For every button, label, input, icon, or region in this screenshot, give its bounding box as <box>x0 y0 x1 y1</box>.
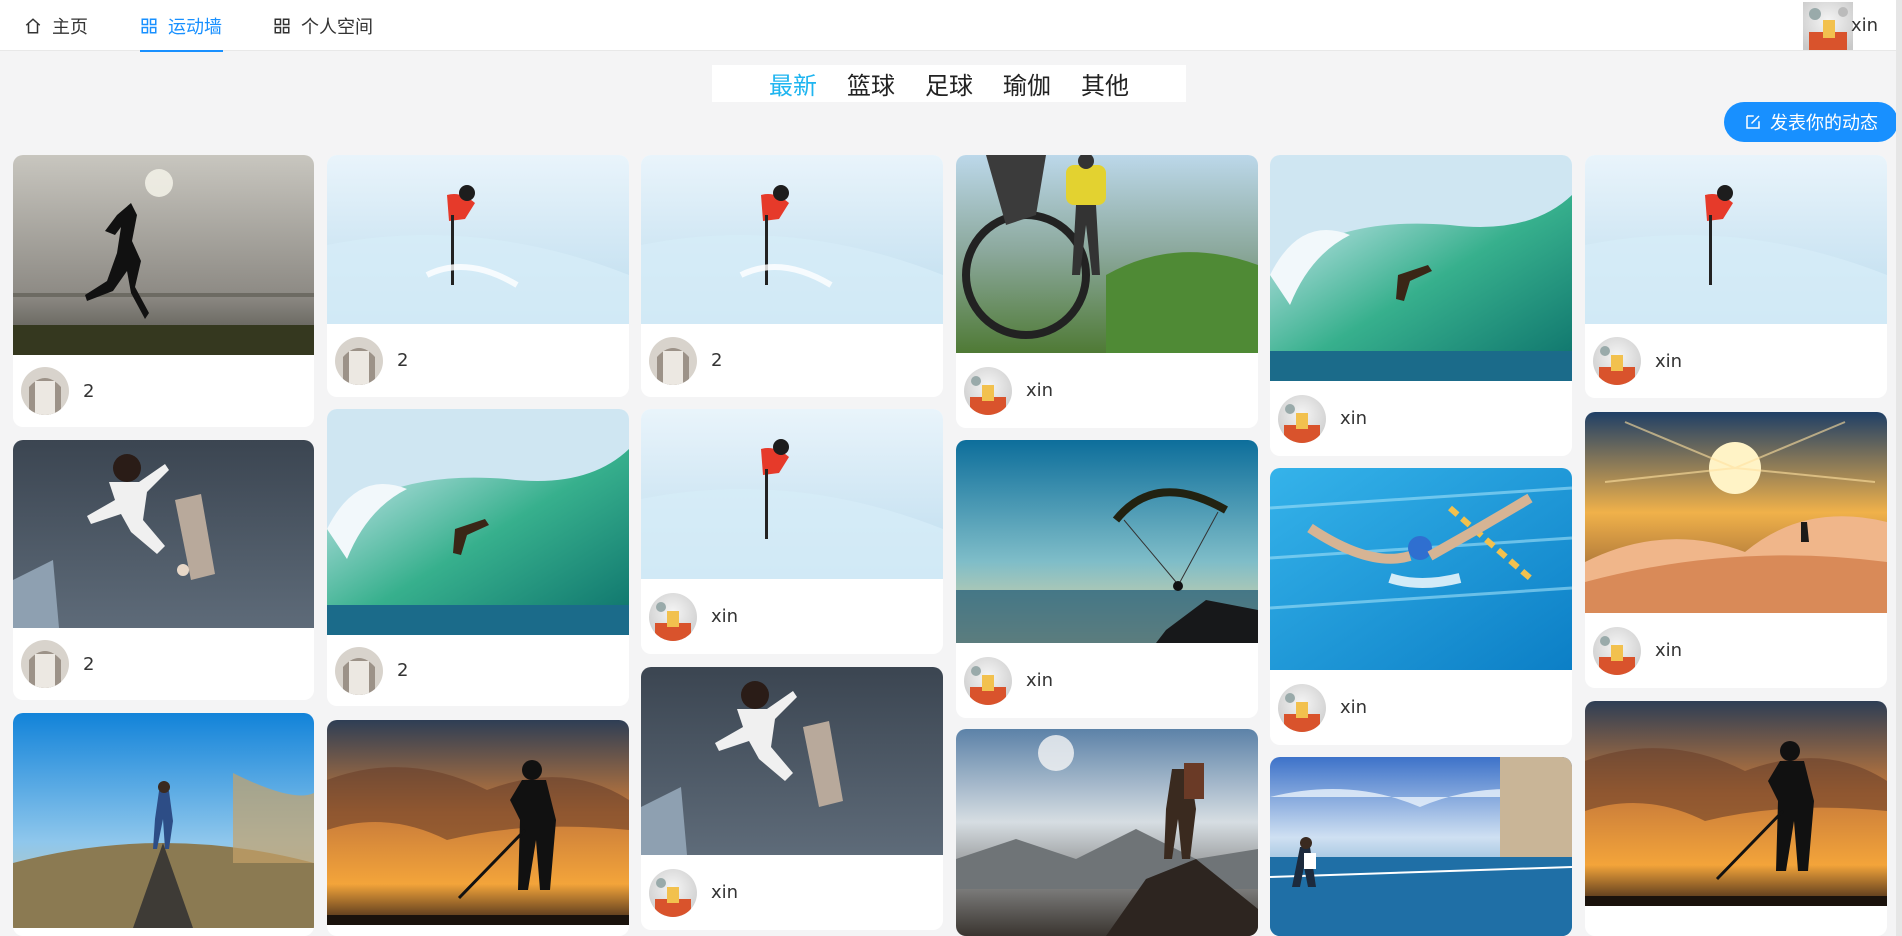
edit-icon <box>1746 115 1760 129</box>
post-image <box>1585 155 1887 324</box>
avatar <box>1803 1 1853 50</box>
post-card[interactable] <box>1270 757 1572 936</box>
post-author: xin <box>1026 670 1054 691</box>
post-image <box>13 440 314 628</box>
tab-latest[interactable]: 最新 <box>769 66 817 101</box>
post-author: xin <box>1340 697 1368 718</box>
post-author: xin <box>1655 350 1683 372</box>
avatar <box>649 592 697 641</box>
post-meta: xin <box>1270 670 1572 745</box>
user-name: xin <box>1851 15 1879 36</box>
nav-personal-space[interactable]: 个人空间 <box>273 0 373 51</box>
publish-post-button[interactable]: 发表你的动态 <box>1724 102 1898 142</box>
avatar <box>964 366 1012 415</box>
category-tabs: 最新 篮球 足球 瑜伽 其他 <box>712 65 1186 102</box>
grid-icon <box>274 18 290 33</box>
avatar <box>649 868 697 917</box>
post-card[interactable] <box>13 713 314 936</box>
avatar <box>1593 337 1641 385</box>
post-image <box>956 729 1258 936</box>
publish-post-label: 发表你的动态 <box>1770 113 1878 134</box>
post-meta: 2 <box>13 355 314 427</box>
post-card[interactable]: xin <box>956 440 1258 718</box>
post-image <box>641 667 943 855</box>
avatar <box>335 336 383 385</box>
post-meta: xin <box>1585 613 1887 688</box>
post-card[interactable]: 2 <box>641 155 943 397</box>
post-card[interactable]: 2 <box>327 409 629 706</box>
avatar <box>335 646 383 695</box>
post-image <box>956 155 1258 353</box>
post-author: xin <box>1340 408 1368 429</box>
post-card[interactable] <box>1585 701 1887 936</box>
post-card[interactable]: 2 <box>13 440 314 700</box>
nav-home[interactable]: 主页 <box>24 0 88 51</box>
post-author: 2 <box>711 350 723 371</box>
avatar <box>21 367 69 415</box>
post-image <box>1270 757 1572 936</box>
post-author: xin <box>711 882 739 903</box>
nav-sports-wall[interactable]: 运动墙 <box>140 0 223 52</box>
post-meta: xin <box>1585 324 1887 398</box>
post-image <box>13 713 314 928</box>
nav-personal-space-label: 个人空间 <box>301 16 373 38</box>
post-card[interactable]: xin <box>1270 468 1572 745</box>
post-meta: 2 <box>327 324 629 397</box>
avatar <box>964 656 1012 705</box>
post-image <box>327 720 629 925</box>
post-author: 2 <box>83 653 95 675</box>
post-meta: 2 <box>13 628 314 700</box>
post-image <box>327 409 629 635</box>
post-card[interactable] <box>956 729 1258 936</box>
post-image <box>327 155 629 324</box>
tab-yoga[interactable]: 瑜伽 <box>1003 66 1051 101</box>
post-card[interactable] <box>327 720 629 936</box>
post-meta: xin <box>956 353 1258 428</box>
post-meta: xin <box>641 855 943 930</box>
post-author: 2 <box>83 380 95 402</box>
post-image <box>1585 701 1887 906</box>
tab-basketball[interactable]: 篮球 <box>847 66 895 101</box>
post-meta: xin <box>956 643 1258 718</box>
avatar <box>1278 394 1326 443</box>
post-image <box>1270 468 1572 670</box>
user-menu[interactable]: xin <box>1803 0 1878 51</box>
top-navbar: 主页 运动墙 个人空间 xin <box>0 0 1902 52</box>
avatar <box>21 640 69 688</box>
post-card[interactable]: xin <box>1270 155 1572 456</box>
home-icon <box>25 17 41 33</box>
post-author: 2 <box>397 350 409 371</box>
post-author: xin <box>711 606 739 627</box>
post-meta: xin <box>641 579 943 654</box>
nav-home-label: 主页 <box>52 16 88 38</box>
post-card[interactable]: 2 <box>327 155 629 397</box>
post-meta: xin <box>1270 381 1572 456</box>
avatar <box>1593 626 1641 675</box>
post-author: xin <box>1655 640 1683 661</box>
avatar <box>649 336 697 385</box>
post-image <box>641 155 943 324</box>
post-card[interactable]: xin <box>1585 155 1887 398</box>
avatar <box>1278 683 1326 732</box>
tab-football[interactable]: 足球 <box>925 66 973 101</box>
post-image <box>1270 155 1572 381</box>
post-card[interactable]: 2 <box>13 155 314 427</box>
nav-sports-wall-label: 运动墙 <box>168 16 222 38</box>
scrollbar[interactable] <box>1896 0 1902 936</box>
post-card[interactable]: xin <box>641 667 943 930</box>
post-card[interactable]: xin <box>1585 412 1887 688</box>
post-image <box>956 440 1258 643</box>
post-card[interactable]: xin <box>641 409 943 654</box>
tab-other[interactable]: 其他 <box>1081 66 1129 101</box>
grid-icon <box>141 18 157 33</box>
post-meta: 2 <box>327 635 629 706</box>
post-card[interactable]: xin <box>956 155 1258 428</box>
post-image <box>1585 412 1887 613</box>
post-meta: 2 <box>641 324 943 397</box>
post-author: 2 <box>397 660 409 681</box>
post-image <box>13 155 314 355</box>
post-author: xin <box>1026 380 1054 401</box>
post-image <box>641 409 943 579</box>
